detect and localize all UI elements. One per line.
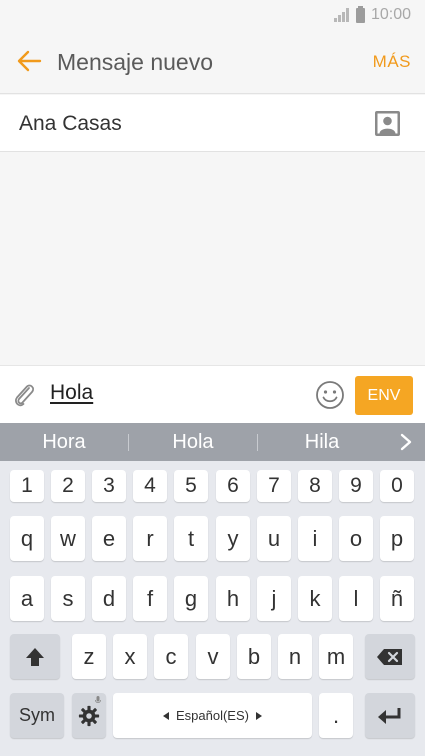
caret-left-icon [163, 711, 169, 720]
key-0[interactable]: 0 [380, 470, 414, 502]
key-4[interactable]: 4 [133, 470, 167, 502]
key-5[interactable]: 5 [174, 470, 208, 502]
suggestion-item[interactable]: Hora [0, 423, 128, 461]
sym-key[interactable]: Sym [10, 693, 64, 738]
chevron-right-icon[interactable] [399, 433, 413, 451]
status-time: 10:00 [370, 6, 411, 23]
key-2[interactable]: 2 [51, 470, 85, 502]
page-title: Mensaje nuevo [57, 49, 213, 75]
key-h[interactable]: h [216, 576, 250, 621]
key-i[interactable]: i [298, 516, 332, 561]
message-input[interactable]: Hola [50, 381, 93, 405]
key-a[interactable]: a [10, 576, 44, 621]
enter-icon [378, 707, 401, 724]
key-f[interactable]: f [133, 576, 167, 621]
key-7[interactable]: 7 [257, 470, 291, 502]
shift-icon [26, 647, 44, 666]
recipient-field[interactable]: Ana Casas [0, 95, 425, 152]
compose-bar: Hola ENV [0, 365, 425, 423]
key-x[interactable]: x [113, 634, 147, 679]
key-v[interactable]: v [196, 634, 230, 679]
battery-icon [355, 5, 365, 23]
key-o[interactable]: o [339, 516, 373, 561]
contact-picker-icon[interactable] [375, 111, 400, 136]
app-bar: Mensaje nuevo MÁS [0, 30, 425, 94]
language-label: Español(ES) [176, 708, 249, 723]
key-e[interactable]: e [92, 516, 126, 561]
key-3[interactable]: 3 [92, 470, 126, 502]
microphone-icon [95, 696, 101, 704]
signal-icon [333, 8, 350, 22]
key-j[interactable]: j [257, 576, 291, 621]
gear-icon [78, 705, 100, 726]
caret-right-icon [255, 711, 262, 720]
key-s[interactable]: s [51, 576, 85, 621]
status-icons: 10:00 [333, 5, 411, 24]
key-n[interactable]: n [278, 634, 312, 679]
key-q[interactable]: q [10, 516, 44, 561]
more-button[interactable]: MÁS [373, 52, 411, 72]
status-bar: 10:00 [0, 0, 425, 30]
key-l[interactable]: l [339, 576, 373, 621]
suggestion-item[interactable]: Hila [258, 423, 386, 461]
key-9[interactable]: 9 [339, 470, 373, 502]
send-button[interactable]: ENV [355, 376, 413, 415]
key-b[interactable]: b [237, 634, 271, 679]
suggestion-item[interactable]: Hola [129, 423, 257, 461]
backspace-key[interactable] [365, 634, 415, 679]
key-g[interactable]: g [174, 576, 208, 621]
recipient-name[interactable]: Ana Casas [19, 112, 122, 136]
space-key[interactable]: Español(ES) [113, 693, 312, 738]
key-k[interactable]: k [298, 576, 332, 621]
key-u[interactable]: u [257, 516, 291, 561]
suggestion-bar: Hora Hola Hila [0, 423, 425, 461]
settings-key[interactable] [72, 693, 106, 738]
key-t[interactable]: t [174, 516, 208, 561]
key-r[interactable]: r [133, 516, 167, 561]
backspace-icon [377, 648, 402, 665]
language-switcher: Español(ES) [163, 708, 262, 723]
period-key[interactable]: . [319, 693, 353, 738]
key-z[interactable]: z [72, 634, 106, 679]
key-6[interactable]: 6 [216, 470, 250, 502]
key-y[interactable]: y [216, 516, 250, 561]
shift-key[interactable] [10, 634, 60, 679]
key-w[interactable]: w [51, 516, 85, 561]
key-m[interactable]: m [319, 634, 353, 679]
attach-icon[interactable] [12, 382, 38, 410]
key-n-tilde[interactable]: ñ [380, 576, 414, 621]
conversation-area [0, 152, 425, 365]
back-arrow-icon[interactable] [16, 48, 42, 74]
key-p[interactable]: p [380, 516, 414, 561]
key-c[interactable]: c [154, 634, 188, 679]
keyboard: 1 2 3 4 5 6 7 8 9 0 q w e r t y u i o p … [0, 461, 425, 756]
key-1[interactable]: 1 [10, 470, 44, 502]
key-d[interactable]: d [92, 576, 126, 621]
enter-key[interactable] [365, 693, 415, 738]
emoji-icon[interactable] [315, 380, 345, 410]
key-8[interactable]: 8 [298, 470, 332, 502]
